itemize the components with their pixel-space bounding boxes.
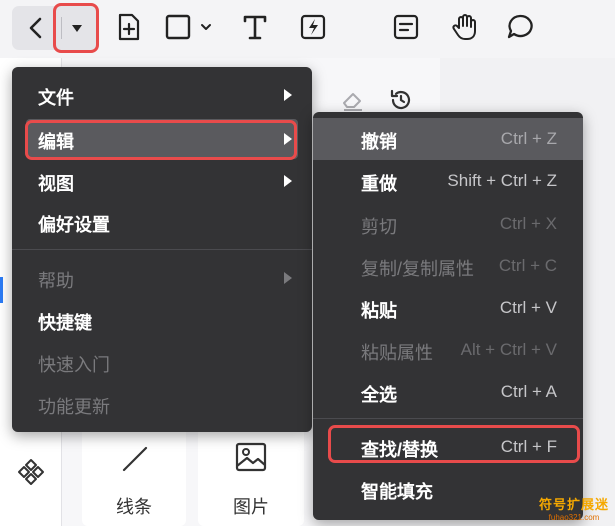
menu-item-updates: 功能更新 xyxy=(12,384,312,424)
submenu-item-select-all[interactable]: 全选 Ctrl + A xyxy=(313,371,583,413)
menu-item-label: 帮助 xyxy=(38,271,74,291)
chevron-right-icon xyxy=(284,89,292,101)
submenu-item-paste[interactable]: 粘贴 Ctrl + V xyxy=(313,287,583,329)
comment-button[interactable] xyxy=(505,12,535,42)
shortcut-text: Shift + Ctrl + Z xyxy=(447,171,557,190)
submenu-item-redo[interactable]: 重做 Shift + Ctrl + Z xyxy=(313,160,583,202)
chevron-right-icon xyxy=(284,175,292,187)
submenu-item-copy: 复制/复制属性 Ctrl + C xyxy=(313,245,583,287)
sticky-note-icon xyxy=(393,14,419,40)
menu-divider xyxy=(12,249,312,250)
watermark-title: 符号扩展迷 xyxy=(538,497,609,512)
menu-item-preferences[interactable]: 偏好设置 xyxy=(12,202,312,242)
components-icon xyxy=(18,459,44,485)
shape-tool-button[interactable] xyxy=(164,12,216,42)
shortcut-text: Ctrl + C xyxy=(498,256,557,275)
line-tile[interactable]: 线条 xyxy=(82,418,186,526)
menu-item-label: 快速入门 xyxy=(38,355,110,375)
line-icon xyxy=(122,446,148,472)
hand-icon xyxy=(452,14,476,40)
submenu-item-label: 粘贴 xyxy=(361,301,397,321)
submenu-item-label: 智能填充 xyxy=(361,482,433,502)
submenu-item-label: 复制/复制属性 xyxy=(361,259,475,279)
find-replace-highlight-box xyxy=(328,425,580,463)
shortcut-text: Ctrl + V xyxy=(499,298,557,317)
submenu-item-paste-properties: 粘贴属性 Alt + Ctrl + V xyxy=(313,329,583,371)
image-tile[interactable]: 图片 xyxy=(198,418,304,526)
hand-tool-button[interactable] xyxy=(450,12,480,42)
text-icon xyxy=(243,15,267,40)
dropdown-highlight-box xyxy=(53,3,99,53)
menu-item-label: 视图 xyxy=(38,174,74,194)
watermark: 符号扩展迷 fuhao321.com xyxy=(539,494,609,522)
submenu-item-undo[interactable]: 撤销 Ctrl + Z xyxy=(313,118,583,160)
shortcut-text: Ctrl + Z xyxy=(500,129,557,148)
chevron-right-icon xyxy=(284,272,292,284)
menu-item-view[interactable]: 视图 xyxy=(12,161,312,201)
menu-item-file[interactable]: 文件 xyxy=(12,75,312,115)
image-icon xyxy=(235,442,267,472)
menu-item-shortcuts[interactable]: 快捷键 xyxy=(12,300,312,340)
add-page-button[interactable] xyxy=(114,12,144,42)
top-toolbar xyxy=(0,0,615,58)
submenu-item-label: 重做 xyxy=(361,174,397,194)
sidebar-active-indicator xyxy=(0,277,3,303)
edit-submenu: 撤销 Ctrl + Z 重做 Shift + Ctrl + Z 剪切 Ctrl … xyxy=(313,112,583,520)
flash-tool-button[interactable] xyxy=(298,12,328,42)
line-tile-label: 线条 xyxy=(116,497,152,517)
edit-highlight-box xyxy=(25,120,297,160)
menu-item-label: 功能更新 xyxy=(38,397,110,417)
shortcut-text: Ctrl + A xyxy=(500,382,557,401)
menu-item-label: 偏好设置 xyxy=(38,215,110,235)
add-page-icon xyxy=(118,13,140,41)
sticky-note-button[interactable] xyxy=(391,12,421,42)
eraser-icon xyxy=(343,93,362,111)
menu-item-help: 帮助 xyxy=(12,258,312,298)
text-tool-button[interactable] xyxy=(240,12,270,42)
components-button[interactable] xyxy=(16,457,46,492)
shortcut-text: Alt + Ctrl + V xyxy=(460,340,557,359)
menu-item-label: 快捷键 xyxy=(38,313,92,333)
main-menu: 文件 编辑 视图 偏好设置 帮助 快捷键 快速入门 功能更新 xyxy=(12,67,312,432)
menu-item-label: 文件 xyxy=(38,88,74,108)
flash-icon xyxy=(300,14,326,40)
submenu-item-label: 剪切 xyxy=(361,217,397,237)
submenu-item-label: 全选 xyxy=(361,385,397,405)
submenu-item-label: 撤销 xyxy=(361,132,397,152)
image-tile-label: 图片 xyxy=(233,497,269,517)
watermark-url: fuhao321.com xyxy=(548,513,600,522)
history-icon xyxy=(390,89,411,110)
menu-item-quick-start: 快速入门 xyxy=(12,342,312,382)
shortcut-text: Ctrl + X xyxy=(499,214,557,233)
comment-icon xyxy=(507,14,533,39)
submenu-divider xyxy=(313,418,583,419)
submenu-item-cut: 剪切 Ctrl + X xyxy=(313,203,583,245)
back-icon xyxy=(29,17,42,39)
submenu-item-label: 粘贴属性 xyxy=(361,343,433,363)
shape-icon xyxy=(165,14,211,40)
